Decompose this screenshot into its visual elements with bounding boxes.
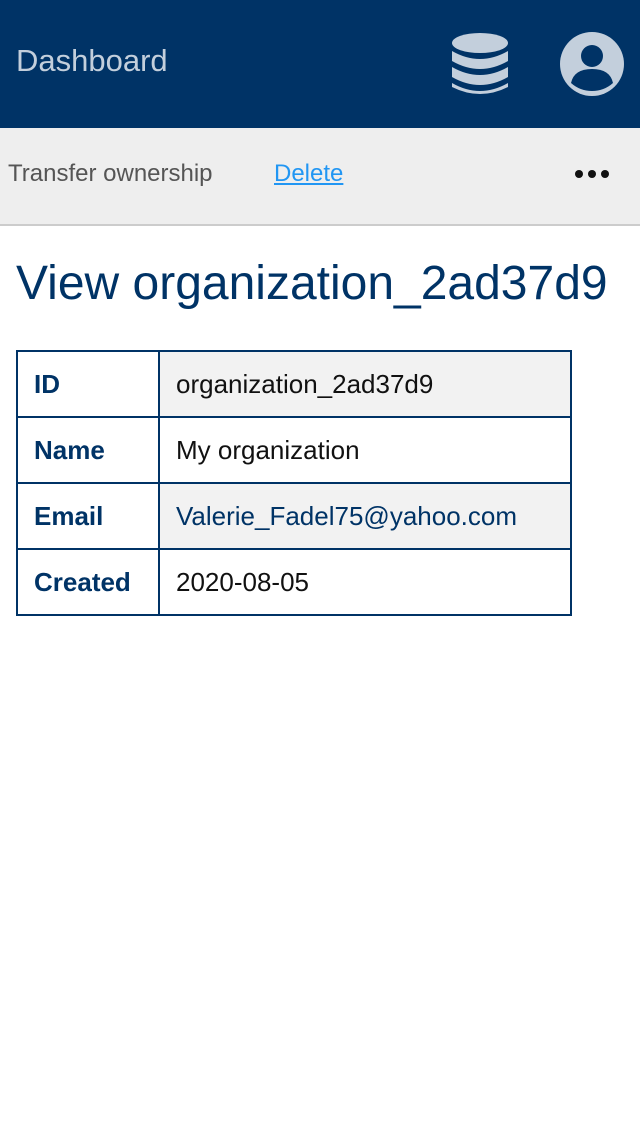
more-horizontal-icon[interactable] [574,158,610,190]
account-circle-icon[interactable] [559,31,625,97]
main-content: View organization_2ad37d9 ID organizatio… [0,226,640,616]
row-key: Email [16,482,160,550]
action-toolbar: Transfer ownership Delete [0,128,640,226]
page-title: View organization_2ad37d9 [16,257,608,310]
table-row-id: ID organization_2ad37d9 [16,350,572,418]
row-value: organization_2ad37d9 [158,350,572,418]
organization-details-table: ID organization_2ad37d9 Name My organiza… [16,350,572,616]
email-link[interactable]: Valerie_Fadel75@yahoo.com [158,482,572,550]
row-value: 2020-08-05 [158,548,572,616]
table-row-created: Created 2020-08-05 [16,548,572,616]
database-icon[interactable] [450,31,510,97]
table-row-name: Name My organization [16,416,572,484]
row-key: Name [16,416,160,484]
row-value: My organization [158,416,572,484]
table-row-email: Email Valerie_Fadel75@yahoo.com [16,482,572,550]
row-key: ID [16,350,160,418]
delete-button[interactable]: Delete [274,159,343,189]
top-navbar: Dashboard [0,0,640,128]
row-key: Created [16,548,160,616]
transfer-ownership-button[interactable]: Transfer ownership [8,159,213,189]
dashboard-link[interactable]: Dashboard [16,42,168,80]
